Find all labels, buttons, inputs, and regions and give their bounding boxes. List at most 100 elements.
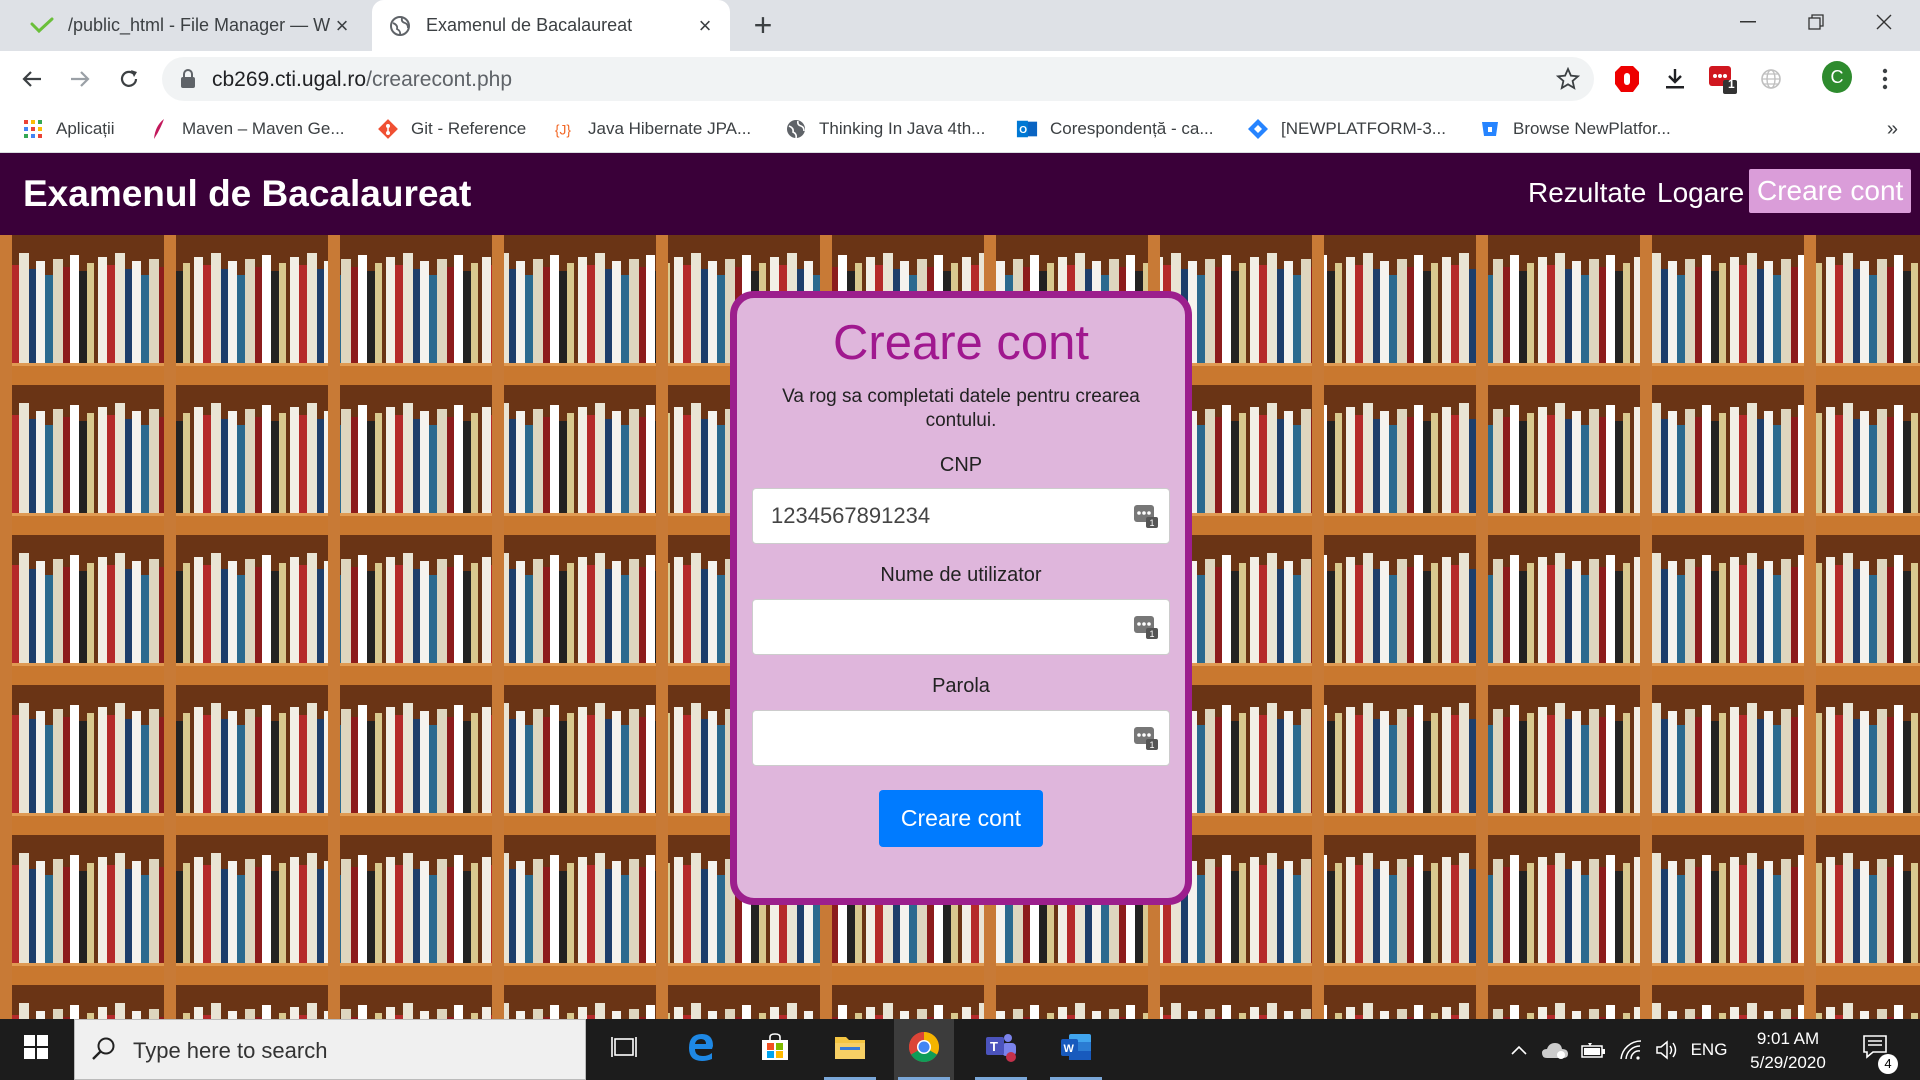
bookmark-newplatform-jira[interactable]: [NEWPLATFORM-3... — [1247, 116, 1446, 142]
task-view-button[interactable] — [594, 1019, 654, 1080]
nav-link-rezultate[interactable]: Rezultate — [1528, 177, 1646, 209]
bookmark-label: Corespondență - ca... — [1050, 119, 1214, 138]
create-account-card: Creare cont Va rog sa completati datele … — [730, 291, 1192, 905]
tab-strip: /public_html - File Manager — W × Examen… — [0, 0, 1920, 51]
bookmark-browse-newplatform[interactable]: Browse NewPlatfor... — [1479, 116, 1671, 142]
maven-feather-icon — [148, 118, 170, 140]
clock-date: 5/29/2020 — [1750, 1053, 1826, 1072]
bitbucket-icon — [1479, 118, 1501, 140]
nav-link-logare[interactable]: Logare — [1657, 177, 1744, 209]
cnp-label: CNP — [939, 454, 983, 476]
bookmark-label: Git - Reference — [411, 119, 527, 138]
cnp-field-wrapper: 1 — [752, 488, 1170, 544]
volume-icon[interactable] — [1650, 1019, 1684, 1080]
forward-button[interactable] — [62, 61, 98, 97]
globe-icon — [785, 118, 807, 140]
tab-examenul[interactable]: Examenul de Bacalaureat × — [372, 0, 730, 51]
chrome-taskbar-button[interactable] — [894, 1019, 954, 1080]
download-icon[interactable] — [1660, 63, 1690, 95]
password-manager-extension-icon[interactable]: 1 — [1708, 63, 1738, 95]
search-placeholder: Type here to search — [133, 1038, 328, 1063]
back-button[interactable] — [14, 61, 50, 97]
windows-logo-icon — [24, 1035, 48, 1064]
tab-file-manager[interactable]: /public_html - File Manager — W × — [20, 0, 365, 51]
bookmark-corespondenta[interactable]: O Corespondență - ca... — [1016, 116, 1213, 142]
teams-taskbar-button[interactable]: T — [971, 1019, 1031, 1080]
windows-taskbar: Type here to search T W ENG 9:01 AM 5/29… — [0, 1019, 1920, 1080]
show-hidden-icons-chevron-icon[interactable] — [1504, 1019, 1534, 1080]
apps-grid-icon — [22, 118, 44, 140]
new-tab-button[interactable]: + — [748, 9, 778, 41]
outlook-icon: O — [1016, 118, 1038, 140]
edge-icon — [686, 1032, 716, 1067]
cnp-input[interactable] — [753, 489, 1169, 543]
minimize-button[interactable] — [1714, 0, 1782, 44]
username-field-wrapper: 1 — [752, 599, 1170, 655]
svg-text:W: W — [1064, 1043, 1075, 1055]
lock-icon[interactable] — [180, 69, 196, 94]
chrome-icon — [908, 1031, 940, 1068]
bookmark-label: Browse NewPlatfor... — [1513, 119, 1671, 138]
clock-time: 9:01 AM — [1756, 1029, 1820, 1048]
site-navbar: Examenul de Bacalaureat Rezultate Logare… — [0, 153, 1920, 235]
action-center-button[interactable]: 4 — [1852, 1019, 1900, 1080]
adblock-extension-icon[interactable] — [1612, 63, 1642, 95]
search-icon — [91, 1036, 117, 1067]
bookmark-thinking-in-java[interactable]: Thinking In Java 4th... — [785, 116, 985, 142]
password-manager-field-icon[interactable]: 1 — [1133, 503, 1159, 529]
create-account-button[interactable]: Creare cont — [879, 790, 1043, 847]
password-label: Parola — [932, 675, 990, 697]
svg-text:1: 1 — [1150, 518, 1155, 528]
jira-icon — [1247, 118, 1269, 140]
start-button[interactable] — [0, 1019, 72, 1080]
password-manager-field-icon[interactable]: 1 — [1133, 725, 1159, 751]
bookmark-star-icon[interactable] — [1555, 66, 1581, 96]
teams-icon: T — [984, 1031, 1018, 1068]
more-menu-icon[interactable] — [1870, 63, 1900, 95]
profile-avatar[interactable]: C — [1822, 61, 1852, 93]
cpanel-check-icon — [30, 14, 54, 38]
word-taskbar-button[interactable]: W — [1046, 1019, 1106, 1080]
form-title: Creare cont — [832, 316, 1089, 370]
wifi-icon[interactable] — [1614, 1019, 1648, 1080]
page-content: Examenul de Bacalaureat Rezultate Logare… — [0, 153, 1920, 1019]
edge-taskbar-button[interactable] — [671, 1019, 731, 1080]
microsoft-store-icon — [760, 1032, 790, 1067]
browser-toolbar: cb269.cti.ugal.ro/crearecont.php 1 C — [0, 51, 1920, 107]
onedrive-icon[interactable] — [1538, 1019, 1572, 1080]
address-bar[interactable]: cb269.cti.ugal.ro/crearecont.php — [162, 57, 1594, 101]
url-text: cb269.cti.ugal.ro/crearecont.php — [212, 68, 513, 91]
more-bookmarks-chevron-icon[interactable]: » — [1887, 118, 1898, 141]
bookmark-label: Maven – Maven Ge... — [182, 119, 345, 138]
bookmark-maven[interactable]: Maven – Maven Ge... — [148, 116, 345, 142]
battery-icon[interactable] — [1576, 1019, 1610, 1080]
nav-link-creare-cont[interactable]: Creare cont — [1749, 169, 1912, 213]
close-tab-icon[interactable]: × — [694, 14, 716, 37]
close-tab-icon[interactable]: × — [331, 14, 353, 37]
bookmark-java-hibernate[interactable]: {J} Java Hibernate JPA... — [554, 116, 751, 142]
file-explorer-taskbar-button[interactable] — [820, 1019, 880, 1080]
bookmark-git[interactable]: Git - Reference — [377, 116, 526, 142]
bookmark-label: Aplicații — [56, 119, 115, 138]
close-window-button[interactable] — [1850, 0, 1918, 44]
svg-text:1: 1 — [1150, 629, 1155, 639]
username-label: Nume de utilizator — [880, 564, 1042, 586]
bookmarks-bar: Aplicații Maven – Maven Ge... Git - Refe… — [0, 107, 1920, 153]
extension-badge: 1 — [1728, 77, 1735, 91]
language-indicator[interactable]: ENG — [1686, 1019, 1732, 1080]
translate-extension-icon[interactable] — [1756, 63, 1786, 95]
store-taskbar-button[interactable] — [745, 1019, 805, 1080]
word-icon: W — [1060, 1032, 1092, 1067]
reload-button[interactable] — [111, 61, 147, 97]
taskbar-clock[interactable]: 9:01 AM 5/29/2020 — [1740, 1027, 1836, 1075]
restore-button[interactable] — [1782, 0, 1850, 44]
notification-count-badge: 4 — [1878, 1054, 1898, 1074]
taskbar-search-box[interactable]: Type here to search — [74, 1019, 586, 1080]
bookmark-apps[interactable]: Aplicații — [22, 116, 115, 142]
bookmark-label: [NEWPLATFORM-3... — [1281, 119, 1446, 138]
password-input[interactable] — [753, 711, 1169, 765]
site-brand[interactable]: Examenul de Bacalaureat — [23, 173, 471, 215]
username-input[interactable] — [753, 600, 1169, 654]
profile-initial: C — [1822, 61, 1852, 93]
password-manager-field-icon[interactable]: 1 — [1133, 614, 1159, 640]
